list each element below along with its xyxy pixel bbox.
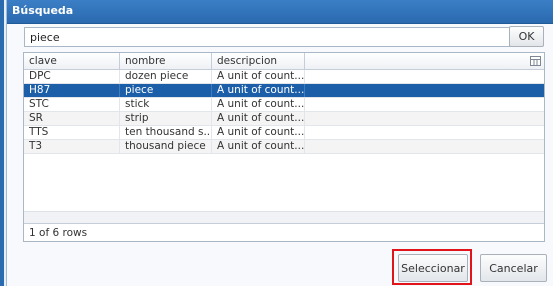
- cell-nombre: thousand piece: [120, 140, 212, 153]
- cell-descripcion: A unit of count...: [212, 70, 305, 83]
- cell-descripcion: A unit of count...: [212, 112, 305, 125]
- dialog-title: Búsqueda: [12, 4, 74, 17]
- column-header-clave[interactable]: clave: [24, 53, 120, 70]
- search-input[interactable]: [24, 27, 510, 47]
- table-row[interactable]: STC stick A unit of count...: [24, 98, 544, 112]
- cell-descripcion: A unit of count...: [212, 98, 305, 111]
- cell-nombre: dozen piece: [120, 70, 212, 83]
- cell-clave: DPC: [24, 70, 120, 83]
- cell-descripcion: A unit of count...: [212, 140, 305, 153]
- table-row[interactable]: SR strip A unit of count...: [24, 112, 544, 126]
- horizontal-scrollbar[interactable]: [24, 211, 544, 223]
- cell-nombre: piece: [120, 84, 212, 97]
- select-button-highlight: [392, 249, 472, 285]
- ok-button[interactable]: OK: [509, 26, 544, 47]
- grid-footer: 1 of 6 rows: [24, 223, 544, 241]
- cancel-button[interactable]: Cancelar: [480, 254, 547, 282]
- grid-rows: DPC dozen piece A unit of count... H87 p…: [24, 70, 544, 154]
- table-row[interactable]: T3 thousand piece A unit of count...: [24, 140, 544, 154]
- cell-nombre: stick: [120, 98, 212, 111]
- table-row[interactable]: DPC dozen piece A unit of count...: [24, 70, 544, 84]
- cell-descripcion: A unit of count...: [212, 126, 305, 139]
- column-header-descripcion[interactable]: descripcion: [212, 53, 305, 70]
- grid-options-icon[interactable]: [530, 56, 541, 66]
- results-grid: clave nombre descripcion DPC dozen piece…: [23, 52, 545, 242]
- column-header-nombre[interactable]: nombre: [120, 53, 212, 70]
- cell-nombre: strip: [120, 112, 212, 125]
- cell-clave: TTS: [24, 126, 120, 139]
- grid-header: clave nombre descripcion: [24, 53, 544, 70]
- cell-clave: H87: [24, 84, 120, 97]
- dialog-titlebar[interactable]: Búsqueda: [7, 0, 553, 24]
- cell-clave: STC: [24, 98, 120, 111]
- cell-clave: SR: [24, 112, 120, 125]
- cell-clave: T3: [24, 140, 120, 153]
- table-row[interactable]: TTS ten thousand s... A unit of count...: [24, 126, 544, 140]
- cell-nombre: ten thousand s...: [120, 126, 212, 139]
- cell-descripcion: A unit of count...: [212, 84, 305, 97]
- table-row-selected[interactable]: H87 piece A unit of count...: [24, 84, 544, 98]
